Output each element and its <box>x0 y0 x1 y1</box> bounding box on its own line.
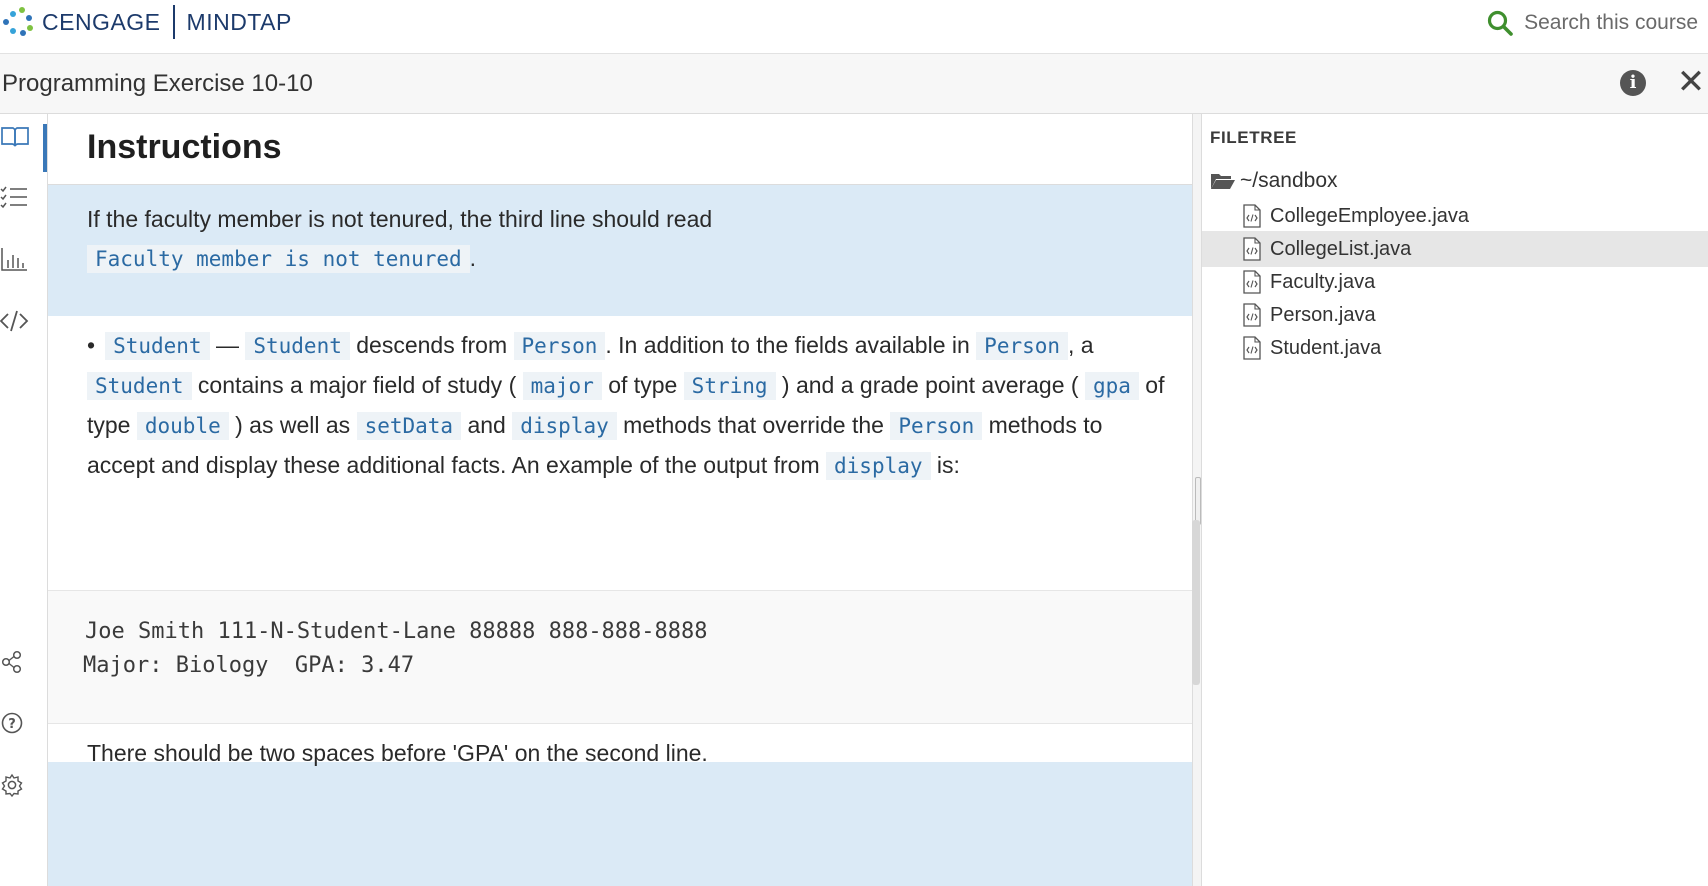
search-placeholder[interactable]: Search this course <box>1524 11 1698 35</box>
paragraph-text: — <box>209 332 246 358</box>
logo-divider <box>172 5 175 39</box>
code-icon[interactable] <box>0 306 30 336</box>
filetree-file[interactable]: Faculty.java <box>1202 264 1708 300</box>
sample-output-line: Major: Biology GPA: 3.47 <box>83 653 415 678</box>
splitter-handle[interactable] <box>1195 477 1201 525</box>
java-file-icon <box>1243 336 1261 360</box>
filetree-file-label: Person.java <box>1270 303 1376 326</box>
filetree-panel: FILETREE ~/sandbox CollegeEmployee.java C… <box>1202 114 1708 886</box>
java-file-icon <box>1243 237 1261 261</box>
callout-tenure-text: If the faculty member is not tenured, th… <box>87 200 1167 279</box>
inline-code: Faculty member is not tenured <box>87 245 470 273</box>
java-file-icon <box>1243 303 1261 327</box>
settings-icon[interactable] <box>0 770 30 800</box>
inline-code: Student <box>245 332 350 360</box>
info-icon[interactable]: i <box>1620 70 1646 96</box>
inline-code: double <box>136 412 229 440</box>
callout-gpa-text: There should be two spaces before 'GPA' … <box>87 740 708 766</box>
top-bar: CENGAGE MINDTAP Search this course <box>0 0 1708 54</box>
paragraph-text: descends from <box>349 332 514 358</box>
filetree-file-label: CollegeEmployee.java <box>1270 204 1470 227</box>
course-search[interactable]: Search this course <box>1486 8 1698 38</box>
inline-code: gpa <box>1084 372 1139 400</box>
filetree-file[interactable]: CollegeList.java <box>1202 231 1708 267</box>
paragraph-text: methods that override the <box>616 412 891 438</box>
paragraph-text: is: <box>930 452 960 478</box>
paragraph-text: of type <box>601 372 684 398</box>
paragraph-text: and <box>461 412 513 438</box>
page-title: Programming Exercise 10-10 <box>2 70 313 97</box>
root-folder-label: ~/sandbox <box>1240 169 1338 192</box>
bullet-marker: • <box>87 332 96 358</box>
search-icon[interactable] <box>1486 9 1514 37</box>
inline-code: Student <box>87 372 192 400</box>
paragraph-text: contains a major field of study ( <box>191 372 523 398</box>
filetree-root-folder[interactable]: ~/sandbox <box>1210 166 1338 196</box>
callout-tenure-tail: . <box>469 245 477 271</box>
book-icon[interactable] <box>0 121 30 151</box>
active-tab-indicator <box>43 124 47 172</box>
inline-code: Student <box>105 332 210 360</box>
inline-code: Person <box>976 332 1069 360</box>
sample-output-line: Joe Smith 111-N-Student-Lane 88888 888-8… <box>85 619 708 644</box>
inline-code: major <box>522 372 602 400</box>
filetree-file-label: Student.java <box>1270 336 1382 359</box>
filetree-file[interactable]: Student.java <box>1202 330 1708 366</box>
sample-output-block: Joe Smith 111-N-Student-Lane 88888 888-8… <box>48 590 1192 724</box>
bar-chart-icon[interactable] <box>0 244 30 274</box>
callout-gpa-note <box>48 762 1192 886</box>
help-icon[interactable]: ? <box>0 708 30 738</box>
java-file-icon <box>1243 270 1261 294</box>
svg-text:?: ? <box>8 717 16 732</box>
inline-code: display <box>512 412 617 440</box>
activity-title-bar: Programming Exercise 10-10 <box>0 54 1708 114</box>
inline-code: display <box>826 452 931 480</box>
java-file-icon <box>1243 204 1261 228</box>
filetree-title: FILETREE <box>1210 128 1297 147</box>
inline-code: String <box>683 372 776 400</box>
filetree-file[interactable]: CollegeEmployee.java <box>1202 198 1708 234</box>
instructions-scrollbar[interactable] <box>1192 520 1200 685</box>
cengage-mindtap-logo[interactable]: CENGAGE MINDTAP <box>0 4 292 40</box>
paragraph-text: ) as well as <box>228 412 357 438</box>
checklist-icon[interactable] <box>0 182 30 212</box>
brand-name: CENGAGE <box>42 8 161 35</box>
open-folder-icon <box>1211 174 1235 189</box>
inline-code: Person <box>890 412 983 440</box>
paragraph-text: ) and a grade point average ( <box>775 372 1085 398</box>
student-description: • Student — Student descends from Person.… <box>87 326 1167 486</box>
inline-code: Person <box>513 332 606 360</box>
close-icon[interactable]: ✕ <box>1674 64 1708 100</box>
share-icon[interactable] <box>0 647 30 677</box>
inline-code: setData <box>356 412 462 440</box>
paragraph-text: , a <box>1068 332 1094 358</box>
product-name: MINDTAP <box>186 8 292 35</box>
callout-tenure-line: If the faculty member is not tenured, th… <box>87 206 713 232</box>
filetree-file-label: CollegeList.java <box>1270 237 1412 260</box>
filetree-file-label: Faculty.java <box>1270 270 1376 293</box>
instructions-heading: Instructions <box>87 128 282 166</box>
instructions-pane: Instructions If the faculty member is no… <box>48 114 1192 886</box>
cengage-logo-icon <box>0 4 36 40</box>
filetree-file[interactable]: Person.java <box>1202 297 1708 333</box>
paragraph-text: . In addition to the fields available in <box>605 332 977 358</box>
